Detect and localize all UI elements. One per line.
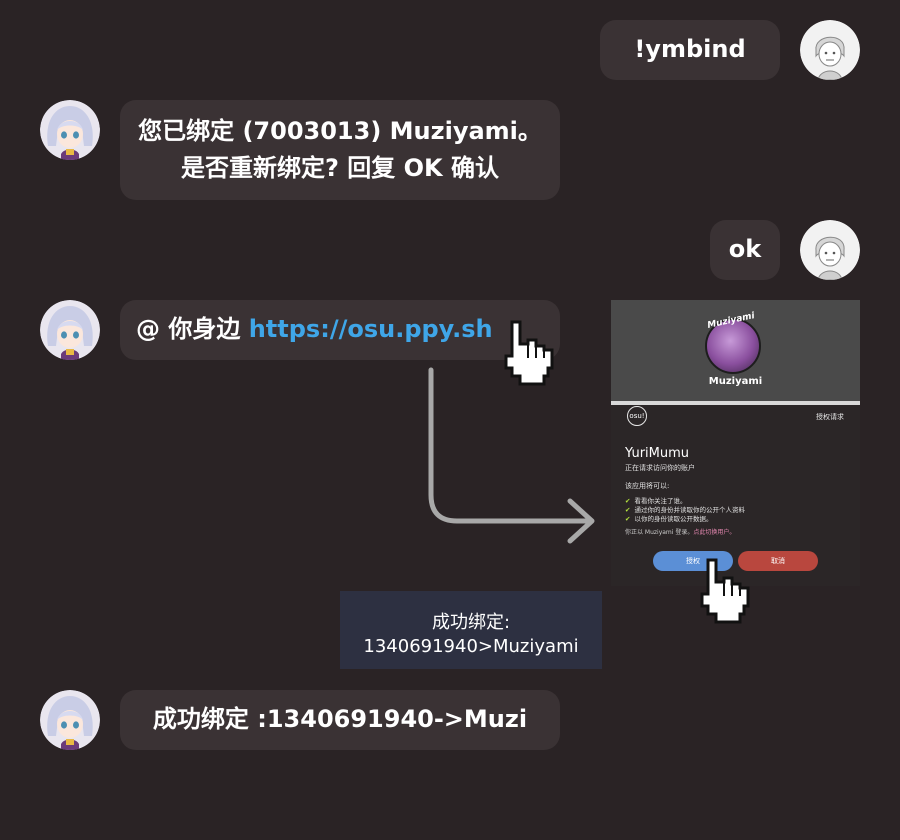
chat-bubble-user-ok: ok xyxy=(710,220,780,280)
message-text: 成功绑定 :1340691940->Muzi xyxy=(152,705,528,734)
bot-avatar-anime-icon xyxy=(40,300,100,360)
osu-logo-icon: osu! xyxy=(627,406,647,426)
chat-bubble-user-command: !ymbind xyxy=(600,20,780,80)
osu-auth-link[interactable]: https://osu.ppy.sh xyxy=(249,311,493,348)
bot-avatar-anime-icon xyxy=(40,690,100,750)
bind-result-box: 成功绑定: 1340691940>Muziyami xyxy=(340,591,602,669)
auth-request-label: 授权请求 xyxy=(816,413,844,421)
chat-bubble-bot-bound-notice: 您已绑定 (7003013) Muziyami。 是否重新绑定? 回复 OK 确… xyxy=(120,100,560,200)
login-note: 你正以 Muziyami 登录。点此切换用户。 xyxy=(625,527,735,536)
bot-avatar[interactable] xyxy=(40,690,100,750)
hand-pointer-icon xyxy=(700,558,750,624)
message-line-1: 您已绑定 (7003013) Muziyami。 xyxy=(138,116,542,145)
message-text: !ymbind xyxy=(634,35,746,64)
chat-bubble-bot-bind-success: 成功绑定 :1340691940->Muzi xyxy=(120,690,560,750)
app-subtitle: 正在请求访问你的账户 xyxy=(625,464,695,472)
checkmark-icon: ✔ xyxy=(625,515,631,523)
result-line-2: 1340691940>Muziyami xyxy=(363,636,579,658)
osu-authorize-screenshot: Muziyami Muziyami osu! 授权请求 YuriMumu 正在请… xyxy=(611,300,860,586)
message-line-2: 是否重新绑定? 回复 OK 确认 xyxy=(181,154,499,182)
message-text: ok xyxy=(728,235,762,264)
bot-avatar[interactable] xyxy=(40,100,100,160)
bot-avatar-anime-icon xyxy=(40,100,100,160)
profile-username: Muziyami xyxy=(708,376,763,387)
chat-bubble-bot-link: @ 你身边 https://osu.ppy.sh xyxy=(120,300,560,360)
bot-avatar[interactable] xyxy=(40,300,100,360)
permission-text: 以你的身份读取公开数据。 xyxy=(634,515,713,523)
curved-arrow-icon xyxy=(428,367,595,544)
switch-user-link[interactable]: 点此切换用户。 xyxy=(693,529,735,536)
login-note-text: 你正以 Muziyami 登录。 xyxy=(625,529,694,536)
result-line-1: 成功绑定: xyxy=(431,612,511,633)
permission-item: ✔ 以你的身份读取公开数据。 xyxy=(625,513,712,523)
divider xyxy=(611,401,860,405)
user-avatar[interactable] xyxy=(800,20,860,80)
permissions-title: 该应用将可以: xyxy=(625,482,670,490)
user-avatar-sketch-icon xyxy=(800,220,860,280)
user-avatar[interactable] xyxy=(800,220,860,280)
app-name: YuriMumu xyxy=(625,446,690,461)
user-avatar-sketch-icon xyxy=(800,20,860,80)
message-prefix: @ 你身边 xyxy=(136,315,249,344)
